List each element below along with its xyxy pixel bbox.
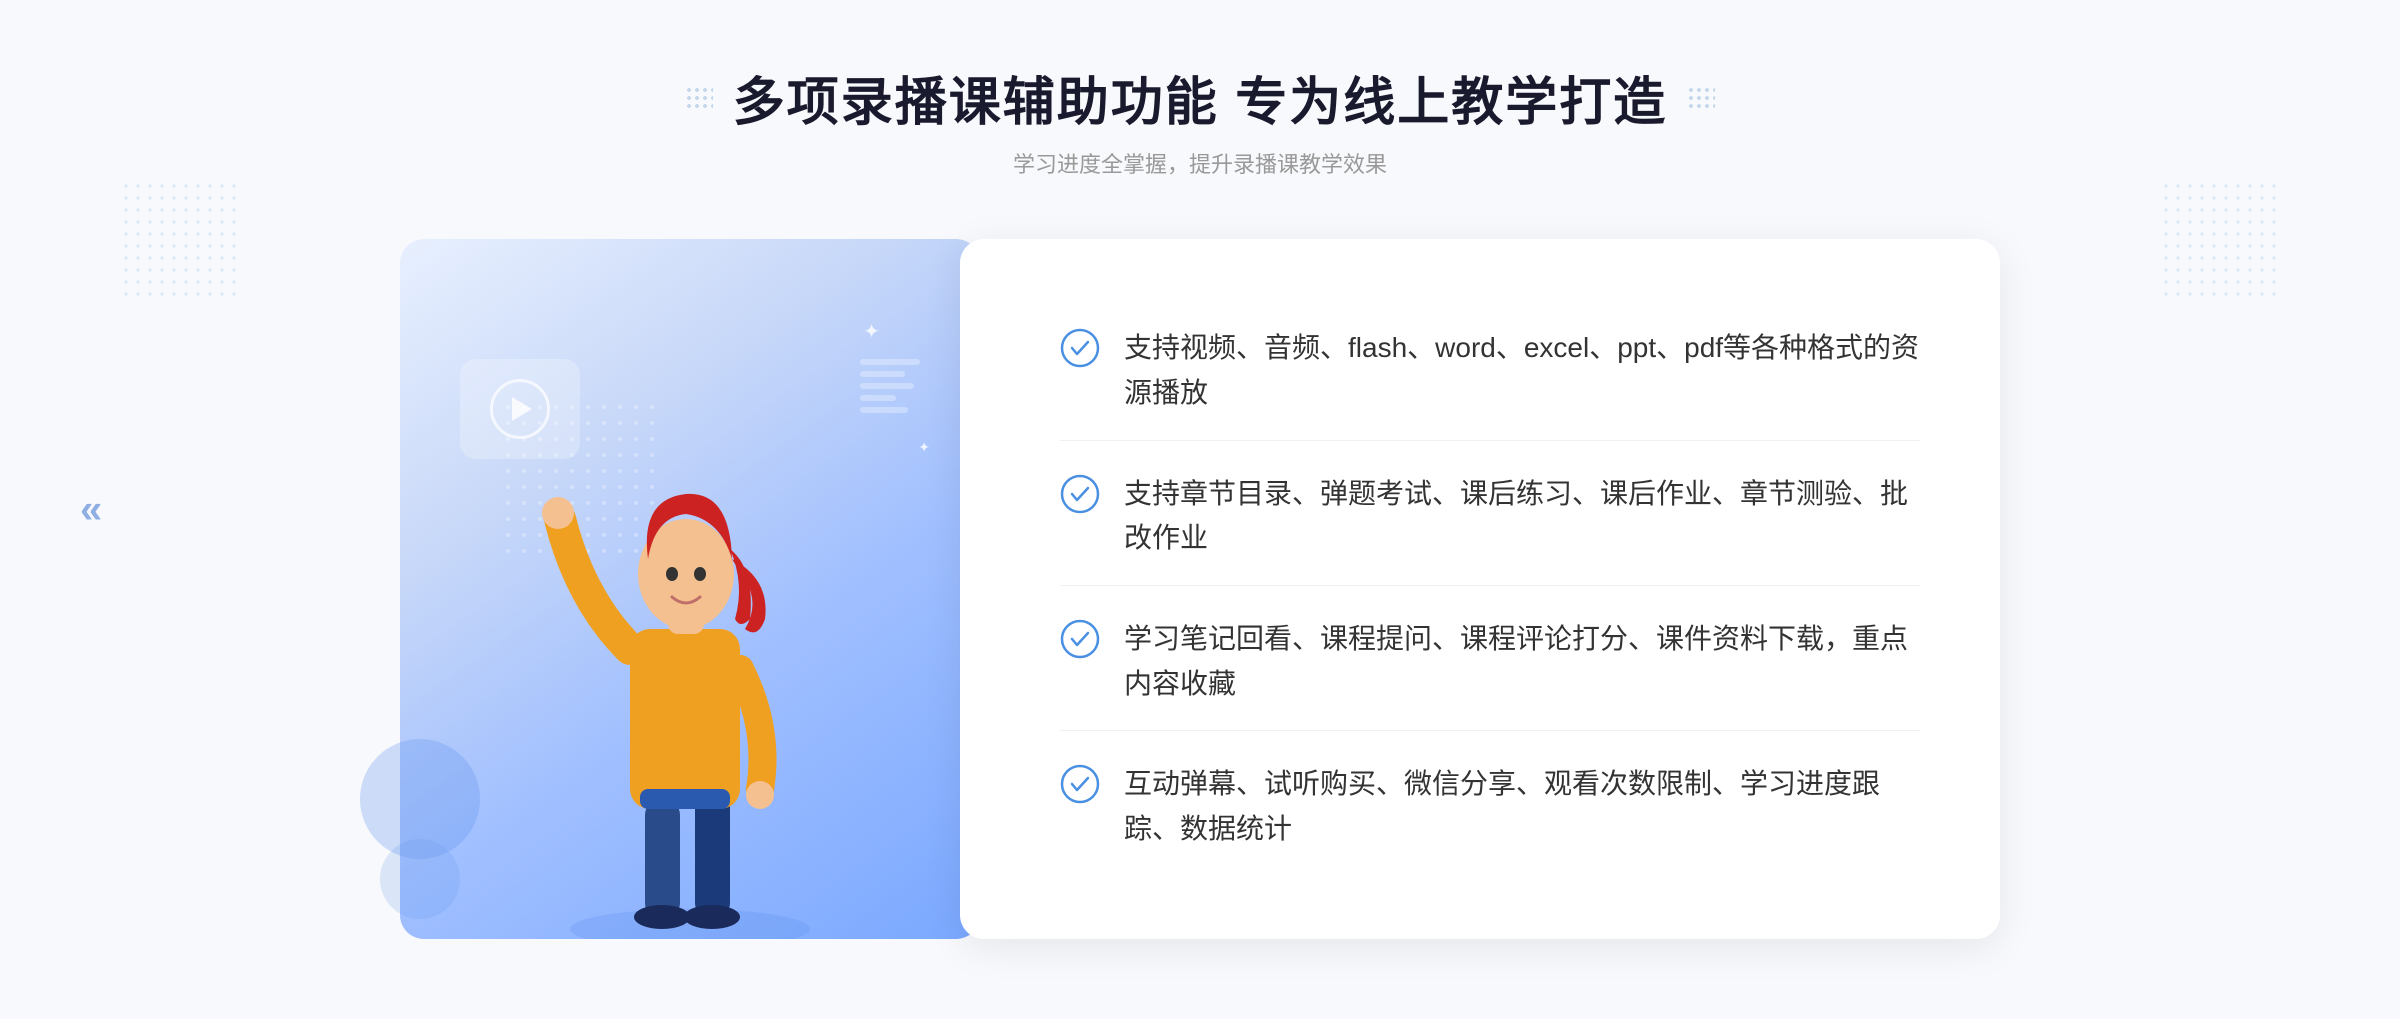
feature-text-3: 学习笔记回看、课程提问、课程评论打分、课件资料下载，重点内容收藏 — [1124, 617, 1920, 707]
header-section: 多项录播课辅助功能 专为线上教学打造 学习进度全掌握，提升录播课教学效果 — [685, 60, 1715, 179]
star-deco-2: ✦ — [918, 439, 930, 456]
illus-line-2 — [860, 371, 905, 377]
feature-item-2: 支持章节目录、弹题考试、课后练习、课后作业、章节测验、批改作业 — [1060, 448, 1920, 587]
feature-item-1: 支持视频、音频、flash、word、excel、ppt、pdf等各种格式的资源… — [1060, 302, 1920, 441]
illus-circle-small — [380, 839, 460, 919]
feature-text-2: 支持章节目录、弹题考试、课后练习、课后作业、章节测验、批改作业 — [1124, 472, 1920, 562]
feature-item-4: 互动弹幕、试听购买、微信分享、观看次数限制、学习进度跟踪、数据统计 — [1060, 738, 1920, 876]
page-wrapper: 多项录播课辅助功能 专为线上教学打造 学习进度全掌握，提升录播课教学效果 « ✦… — [0, 0, 2400, 1019]
features-panel: 支持视频、音频、flash、word、excel、ppt、pdf等各种格式的资源… — [960, 239, 2000, 939]
check-icon-2 — [1060, 474, 1100, 514]
person-figure — [500, 419, 880, 939]
header-dot-left — [685, 86, 713, 110]
content-area: ✦ ✦ — [400, 239, 2000, 939]
bg-dot-pattern-left — [120, 180, 240, 300]
illustration-panel: ✦ ✦ — [400, 239, 980, 939]
star-deco-1: ✦ — [863, 319, 880, 344]
illus-line-4 — [860, 395, 896, 401]
check-icon-4 — [1060, 764, 1100, 804]
feature-text-4: 互动弹幕、试听购买、微信分享、观看次数限制、学习进度跟踪、数据统计 — [1124, 762, 1920, 852]
feature-text-1: 支持视频、音频、flash、word、excel、ppt、pdf等各种格式的资源… — [1124, 326, 1920, 416]
header-decorators: 多项录播课辅助功能 专为线上教学打造 — [685, 60, 1715, 135]
feature-item-3: 学习笔记回看、课程提问、课程评论打分、课件资料下载，重点内容收藏 — [1060, 593, 1920, 732]
check-icon-1 — [1060, 328, 1100, 368]
check-icon-3 — [1060, 619, 1100, 659]
illus-line-1 — [860, 359, 920, 365]
illus-line-5 — [860, 407, 908, 413]
chevron-left-deco: « — [80, 487, 102, 532]
page-subtitle: 学习进度全掌握，提升录播课教学效果 — [685, 147, 1715, 179]
bg-dot-pattern-right — [2160, 180, 2280, 300]
illus-line-3 — [860, 383, 914, 389]
page-title: 多项录播课辅助功能 专为线上教学打造 — [733, 60, 1667, 135]
header-dot-right — [1687, 86, 1715, 110]
